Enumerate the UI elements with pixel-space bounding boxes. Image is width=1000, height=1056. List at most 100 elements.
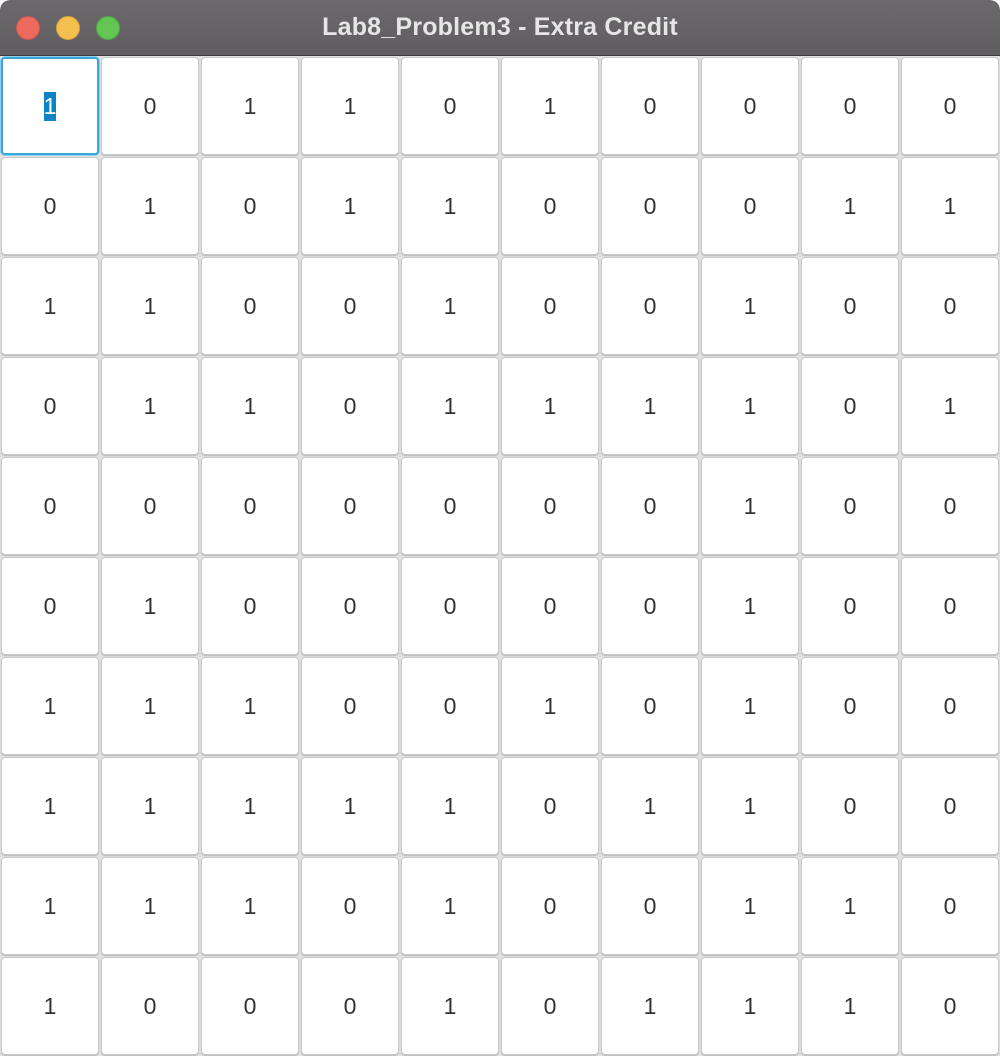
grid-cell-r8-c6[interactable]: 0 (601, 857, 699, 955)
grid-cell-r7-c2[interactable]: 1 (201, 757, 299, 855)
grid-cell-r1-c9[interactable]: 1 (901, 157, 999, 255)
grid-cell-r8-c0[interactable]: 1 (1, 857, 99, 955)
grid-cell-r2-c8[interactable]: 0 (801, 257, 899, 355)
grid-cell-r2-c5[interactable]: 0 (501, 257, 599, 355)
grid-cell-r2-c6[interactable]: 0 (601, 257, 699, 355)
grid-cell-r2-c4[interactable]: 1 (401, 257, 499, 355)
grid-cell-r6-c8[interactable]: 0 (801, 657, 899, 755)
grid-cell-r4-c7[interactable]: 1 (701, 457, 799, 555)
grid-cell-r3-c4[interactable]: 1 (401, 357, 499, 455)
grid-cell-r5-c8[interactable]: 0 (801, 557, 899, 655)
grid-cell-r6-c2[interactable]: 1 (201, 657, 299, 755)
grid-cell-r4-c2[interactable]: 0 (201, 457, 299, 555)
grid-cell-r7-c5[interactable]: 0 (501, 757, 599, 855)
grid-cell-r4-c9[interactable]: 0 (901, 457, 999, 555)
grid-cell-r3-c1[interactable]: 1 (101, 357, 199, 455)
grid-cell-r6-c3[interactable]: 0 (301, 657, 399, 755)
grid-cell-r2-c2[interactable]: 0 (201, 257, 299, 355)
grid-cell-r6-c9[interactable]: 0 (901, 657, 999, 755)
grid-cell-r2-c1[interactable]: 1 (101, 257, 199, 355)
grid-cell-r5-c5[interactable]: 0 (501, 557, 599, 655)
grid-cell-r9-c4[interactable]: 1 (401, 957, 499, 1055)
grid-cell-r0-c8[interactable]: 0 (801, 57, 899, 155)
grid-cell-r4-c0[interactable]: 0 (1, 457, 99, 555)
grid-cell-r0-c7[interactable]: 0 (701, 57, 799, 155)
grid-cell-r4-c3[interactable]: 0 (301, 457, 399, 555)
grid-cell-r1-c1[interactable]: 1 (101, 157, 199, 255)
grid-cell-r7-c6[interactable]: 1 (601, 757, 699, 855)
grid-cell-r0-c3[interactable]: 1 (301, 57, 399, 155)
grid-cell-r3-c2[interactable]: 1 (201, 357, 299, 455)
grid-cell-r9-c8[interactable]: 1 (801, 957, 899, 1055)
grid-cell-r2-c9[interactable]: 0 (901, 257, 999, 355)
grid-cell-r9-c6[interactable]: 1 (601, 957, 699, 1055)
grid-cell-r1-c2[interactable]: 0 (201, 157, 299, 255)
grid-cell-r9-c2[interactable]: 0 (201, 957, 299, 1055)
grid-cell-r9-c7[interactable]: 1 (701, 957, 799, 1055)
grid-cell-r6-c5[interactable]: 1 (501, 657, 599, 755)
grid-cell-r4-c5[interactable]: 0 (501, 457, 599, 555)
grid-cell-r8-c7[interactable]: 1 (701, 857, 799, 955)
grid-cell-r8-c1[interactable]: 1 (101, 857, 199, 955)
grid-cell-r8-c2[interactable]: 1 (201, 857, 299, 955)
grid-cell-r7-c3[interactable]: 1 (301, 757, 399, 855)
grid-cell-r8-c3[interactable]: 0 (301, 857, 399, 955)
grid-cell-r4-c8[interactable]: 0 (801, 457, 899, 555)
grid-cell-r5-c2[interactable]: 0 (201, 557, 299, 655)
grid-cell-r3-c5[interactable]: 1 (501, 357, 599, 455)
grid-cell-r0-c9[interactable]: 0 (901, 57, 999, 155)
grid-cell-r9-c0[interactable]: 1 (1, 957, 99, 1055)
grid-cell-r0-c4[interactable]: 0 (401, 57, 499, 155)
grid-cell-r9-c9[interactable]: 0 (901, 957, 999, 1055)
grid-cell-r5-c9[interactable]: 0 (901, 557, 999, 655)
grid-cell-r9-c3[interactable]: 0 (301, 957, 399, 1055)
grid-cell-r4-c4[interactable]: 0 (401, 457, 499, 555)
grid-cell-r6-c4[interactable]: 0 (401, 657, 499, 755)
grid-cell-r1-c4[interactable]: 1 (401, 157, 499, 255)
title-bar[interactable]: Lab8_Problem3 - Extra Credit (0, 0, 1000, 56)
grid-cell-r9-c5[interactable]: 0 (501, 957, 599, 1055)
grid-cell-r8-c9[interactable]: 0 (901, 857, 999, 955)
grid-cell-r4-c1[interactable]: 0 (101, 457, 199, 555)
grid-cell-r7-c4[interactable]: 1 (401, 757, 499, 855)
grid-cell-r5-c7[interactable]: 1 (701, 557, 799, 655)
grid-cell-r2-c0[interactable]: 1 (1, 257, 99, 355)
grid-cell-r5-c4[interactable]: 0 (401, 557, 499, 655)
grid-cell-r5-c3[interactable]: 0 (301, 557, 399, 655)
grid-cell-r1-c7[interactable]: 0 (701, 157, 799, 255)
grid-cell-r0-c6[interactable]: 0 (601, 57, 699, 155)
grid-cell-r7-c9[interactable]: 0 (901, 757, 999, 855)
grid-cell-r8-c5[interactable]: 0 (501, 857, 599, 955)
grid-cell-r3-c9[interactable]: 1 (901, 357, 999, 455)
grid-cell-r6-c0[interactable]: 1 (1, 657, 99, 755)
grid-cell-r8-c4[interactable]: 1 (401, 857, 499, 955)
grid-cell-r6-c7[interactable]: 1 (701, 657, 799, 755)
grid-cell-r3-c6[interactable]: 1 (601, 357, 699, 455)
grid-cell-r5-c0[interactable]: 0 (1, 557, 99, 655)
grid-cell-r7-c0[interactable]: 1 (1, 757, 99, 855)
grid-cell-r6-c6[interactable]: 0 (601, 657, 699, 755)
grid-cell-r7-c7[interactable]: 1 (701, 757, 799, 855)
grid-cell-r1-c6[interactable]: 0 (601, 157, 699, 255)
grid-cell-r1-c5[interactable]: 0 (501, 157, 599, 255)
grid-cell-r1-c0[interactable]: 0 (1, 157, 99, 255)
grid-cell-r8-c8[interactable]: 1 (801, 857, 899, 955)
grid-cell-r5-c1[interactable]: 1 (101, 557, 199, 655)
grid-cell-r4-c6[interactable]: 0 (601, 457, 699, 555)
grid-cell-r2-c7[interactable]: 1 (701, 257, 799, 355)
grid-cell-r2-c3[interactable]: 0 (301, 257, 399, 355)
grid-cell-r3-c8[interactable]: 0 (801, 357, 899, 455)
grid-cell-r5-c6[interactable]: 0 (601, 557, 699, 655)
grid-cell-r0-c1[interactable]: 0 (101, 57, 199, 155)
grid-cell-r0-c0[interactable]: 1 (1, 57, 99, 155)
grid-cell-r9-c1[interactable]: 0 (101, 957, 199, 1055)
grid-cell-r3-c3[interactable]: 0 (301, 357, 399, 455)
grid-cell-r3-c0[interactable]: 0 (1, 357, 99, 455)
grid-cell-r1-c8[interactable]: 1 (801, 157, 899, 255)
grid-cell-r6-c1[interactable]: 1 (101, 657, 199, 755)
grid-cell-r3-c7[interactable]: 1 (701, 357, 799, 455)
grid-cell-r7-c1[interactable]: 1 (101, 757, 199, 855)
grid-cell-r0-c2[interactable]: 1 (201, 57, 299, 155)
grid-cell-r7-c8[interactable]: 0 (801, 757, 899, 855)
grid-cell-r1-c3[interactable]: 1 (301, 157, 399, 255)
